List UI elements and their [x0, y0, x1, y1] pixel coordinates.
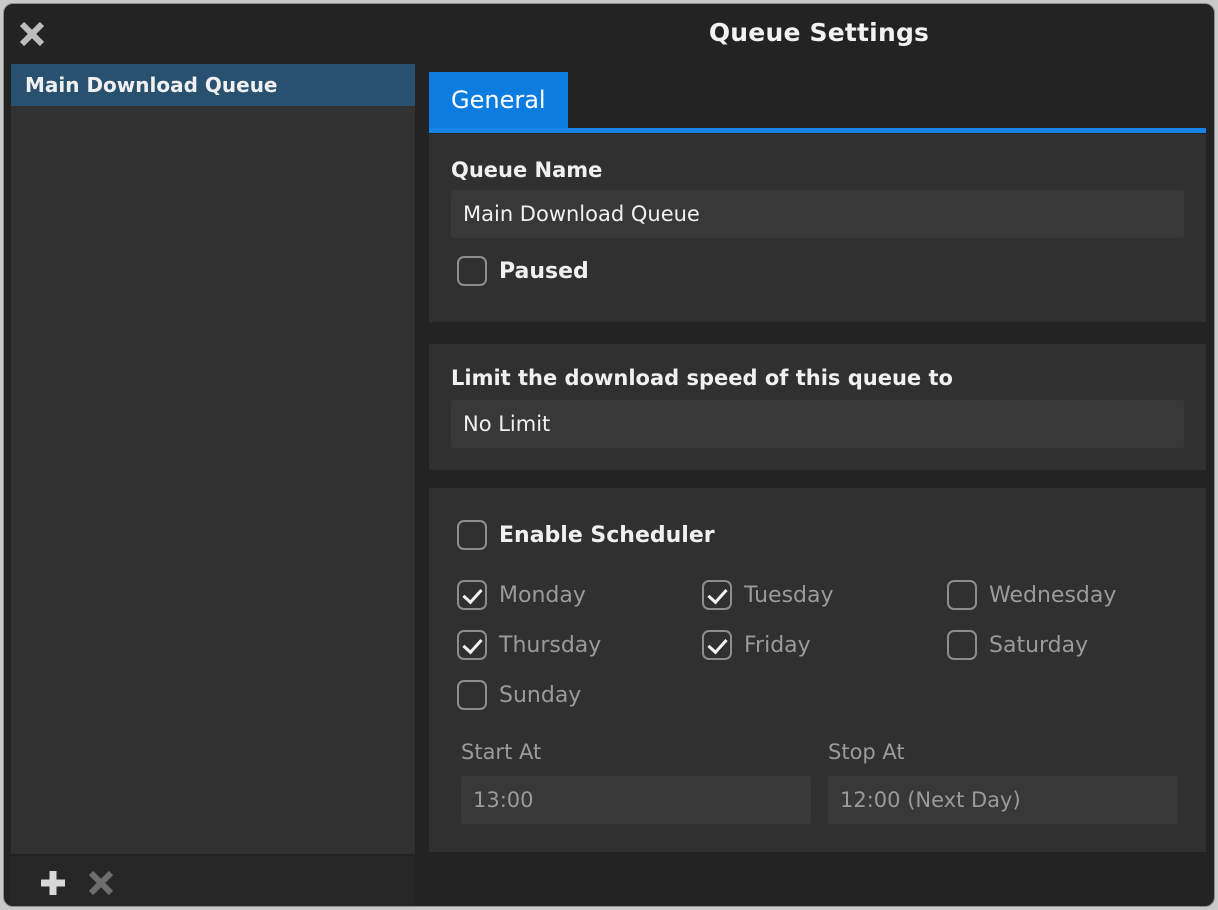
day-label-saturday: Saturday: [989, 633, 1088, 658]
queue-name-input[interactable]: [451, 190, 1184, 238]
close-icon[interactable]: [16, 18, 48, 50]
day-checkbox-wednesday[interactable]: [947, 580, 977, 610]
enable-scheduler-checkbox[interactable]: [457, 520, 487, 550]
queue-list-toolbar: [11, 856, 415, 906]
day-checkbox-row[interactable]: Thursday: [457, 630, 601, 660]
day-checkbox-sunday[interactable]: [457, 680, 487, 710]
queue-list: Main Download Queue: [11, 64, 415, 854]
title-bar: Queue Settings: [4, 4, 1214, 64]
day-label-wednesday: Wednesday: [989, 583, 1116, 608]
enable-scheduler-row[interactable]: Enable Scheduler: [457, 520, 715, 550]
day-checkbox-row[interactable]: Friday: [702, 630, 811, 660]
day-checkbox-thursday[interactable]: [457, 630, 487, 660]
queue-name-label: Queue Name: [451, 158, 602, 182]
paused-checkbox[interactable]: [457, 256, 487, 286]
day-checkbox-saturday[interactable]: [947, 630, 977, 660]
day-checkbox-row[interactable]: Monday: [457, 580, 586, 610]
day-label-friday: Friday: [744, 633, 811, 658]
day-checkbox-friday[interactable]: [702, 630, 732, 660]
day-label-thursday: Thursday: [499, 633, 601, 658]
day-checkbox-row[interactable]: Tuesday: [702, 580, 834, 610]
day-label-sunday: Sunday: [499, 683, 581, 708]
paused-label: Paused: [499, 259, 589, 284]
speed-limit-input[interactable]: [451, 400, 1184, 448]
queue-settings-window: Queue Settings Main Download Queue Gener…: [3, 3, 1215, 907]
plus-icon[interactable]: [36, 866, 70, 900]
speed-limit-label: Limit the download speed of this queue t…: [451, 366, 953, 390]
day-checkbox-tuesday[interactable]: [702, 580, 732, 610]
stop-at-input[interactable]: [828, 776, 1178, 824]
enable-scheduler-label: Enable Scheduler: [499, 523, 715, 548]
day-label-tuesday: Tuesday: [744, 583, 834, 608]
remove-queue-icon[interactable]: [84, 866, 118, 900]
stop-at-label: Stop At: [828, 740, 905, 764]
day-checkbox-row[interactable]: Sunday: [457, 680, 581, 710]
tab-underline: [429, 128, 1206, 133]
page-title: Queue Settings: [424, 18, 1214, 47]
paused-checkbox-row[interactable]: Paused: [457, 256, 589, 286]
day-label-monday: Monday: [499, 583, 586, 608]
group-general: Queue Name Paused: [429, 134, 1206, 322]
day-checkbox-row[interactable]: Saturday: [947, 630, 1088, 660]
settings-pane: General Queue Name Paused Limit the down…: [424, 64, 1214, 906]
queue-list-item[interactable]: Main Download Queue: [11, 64, 415, 106]
day-checkbox-row[interactable]: Wednesday: [947, 580, 1116, 610]
start-at-input[interactable]: [461, 776, 811, 824]
tab-general[interactable]: General: [429, 72, 568, 128]
tab-strip: General: [424, 72, 1214, 132]
day-checkbox-monday[interactable]: [457, 580, 487, 610]
group-scheduler: Enable Scheduler Monday Tuesday Wednesda…: [429, 488, 1206, 852]
group-speed-limit: Limit the download speed of this queue t…: [429, 344, 1206, 470]
start-at-label: Start At: [461, 740, 541, 764]
